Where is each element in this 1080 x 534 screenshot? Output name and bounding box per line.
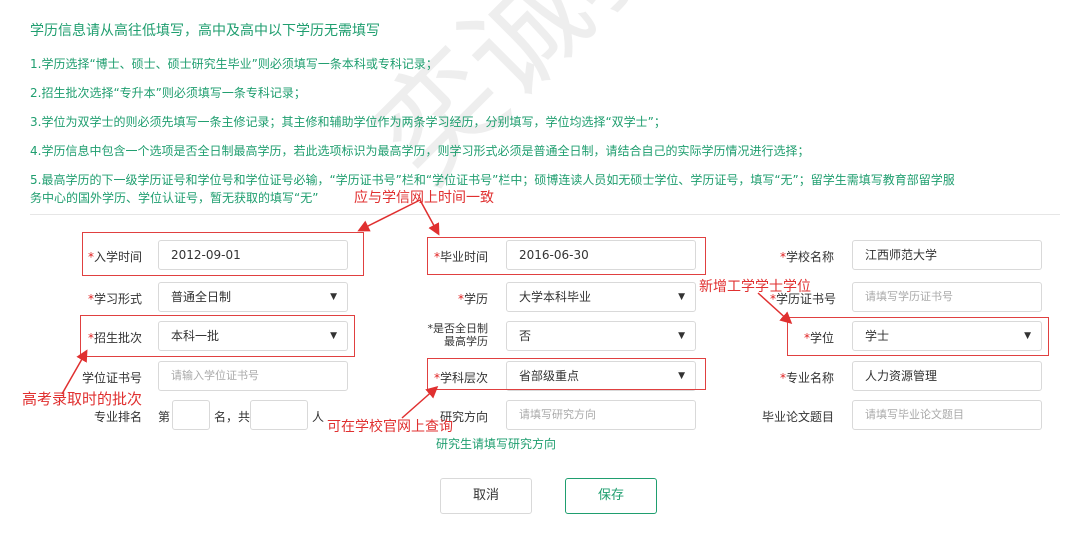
rank-prefix: 第: [158, 410, 171, 424]
save-button[interactable]: 保存: [565, 478, 657, 514]
note-1: 1.学历选择“博士、硕士、硕士研究生毕业”则必须填写一条本科或专科记录；: [30, 57, 438, 71]
degree-annotation: 新增工学学士学位: [699, 279, 811, 295]
cancel-button[interactable]: 取消: [440, 478, 532, 514]
thesis-label: 毕业论文题目: [761, 410, 834, 424]
section-title: 学历信息请从高往低填写，高中及高中以下学历无需填写: [30, 23, 380, 39]
discipline-annotation: 可在学校官网上查询: [327, 419, 453, 435]
grad-time-highlight: [427, 237, 706, 275]
fulltime-highest-label: *是否全日制 最高学历: [427, 322, 489, 348]
rank-label: 专业排名: [93, 410, 142, 424]
school-input[interactable]: 江西师范大学: [852, 240, 1042, 270]
chevron-down-icon: ▼: [678, 331, 685, 341]
thesis-input[interactable]: 请填写毕业论文题目: [852, 400, 1042, 430]
edu-cert-input[interactable]: 请填写学历证书号: [852, 282, 1042, 312]
chevron-down-icon: ▼: [330, 292, 337, 302]
batch-highlight: [80, 315, 355, 357]
discipline-highlight: [427, 358, 706, 390]
education-label: *学历: [457, 292, 488, 306]
enroll-time-highlight: [82, 232, 364, 276]
rank-suffix: 人: [312, 410, 325, 424]
rank-mid: 名，共: [214, 410, 251, 424]
study-form-label: *学习形式: [87, 292, 142, 306]
fulltime-highest-select[interactable]: 否 ▼: [506, 321, 696, 351]
major-input[interactable]: 人力资源管理: [852, 361, 1042, 391]
degree-cert-input[interactable]: 请输入学位证书号: [158, 361, 348, 391]
note-2: 2.招生批次选择“专升本”则必须填写一条专科记录；: [30, 86, 306, 100]
rank-position-input[interactable]: [172, 400, 210, 430]
education-select[interactable]: 大学本科毕业 ▼: [506, 282, 696, 312]
major-label: *专业名称: [779, 371, 834, 385]
study-form-select[interactable]: 普通全日制 ▼: [158, 282, 348, 312]
chevron-down-icon: ▼: [678, 292, 685, 302]
degree-highlight: [787, 317, 1049, 356]
research-annotation: 研究生请填写研究方向: [436, 437, 557, 451]
note-4: 4.学历信息中包含一个选项是否全日制最高学历，若此选项标识为最高学历，则学习形式…: [30, 144, 810, 158]
divider: [30, 214, 1060, 215]
time-annotation: 应与学信网上时间一致: [354, 190, 494, 206]
batch-annotation: 高考录取时的批次: [22, 390, 143, 408]
school-label: *学校名称: [779, 250, 834, 264]
note-3: 3.学位为双学士的则必须先填写一条主修记录；其主修和辅助学位作为两条学习经历，分…: [30, 115, 666, 129]
note-5-cont: 务中心的国外学历、学位认证号，暂无获取的填写“无”: [30, 191, 319, 205]
rank-total-input[interactable]: [250, 400, 308, 430]
degree-cert-label: 学位证书号: [81, 371, 142, 385]
research-input[interactable]: 请填写研究方向: [506, 400, 696, 430]
note-5: 5.最高学历的下一级学历证号和学位号和学位证号必输，“学历证书号”栏和“学位证书…: [30, 173, 955, 187]
